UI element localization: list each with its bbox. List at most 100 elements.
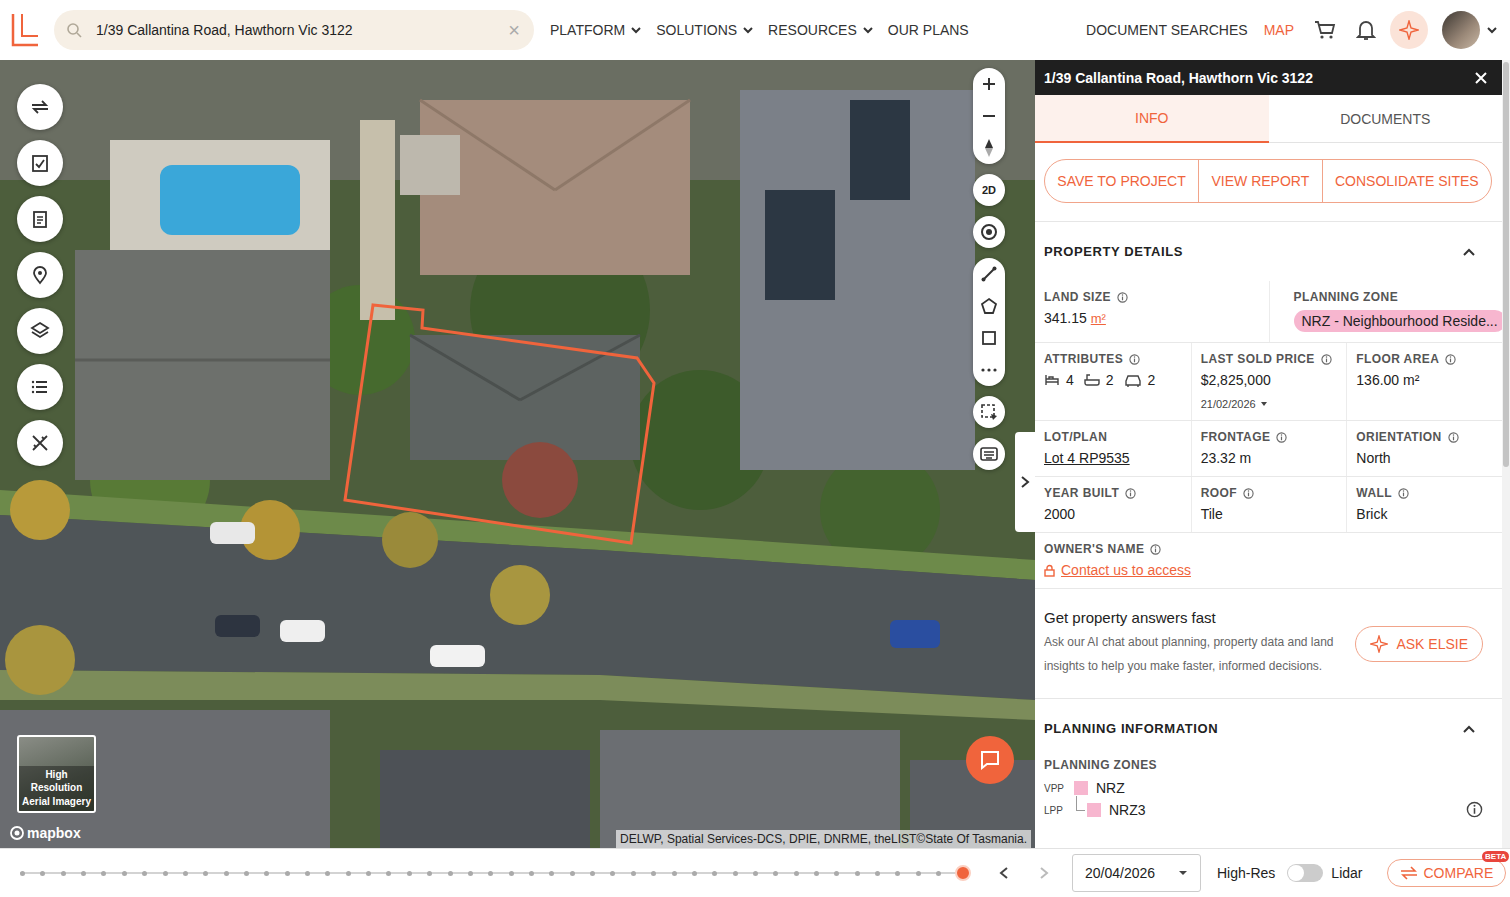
timeline-tick[interactable] [488,871,493,876]
timeline-tick[interactable] [549,871,554,876]
clipboard-tool-button[interactable] [17,196,63,242]
timeline-tick[interactable] [224,871,229,876]
timeline-tick[interactable] [285,871,290,876]
nav-item[interactable]: SOLUTIONS [656,22,754,38]
info-icon[interactable] [1276,432,1287,443]
slider-thumb[interactable] [955,865,971,881]
locate-button[interactable] [973,216,1005,248]
timeline-tick[interactable] [40,871,45,876]
nav-item[interactable]: PLATFORM [550,22,642,38]
top-link[interactable]: DOCUMENT SEARCHES [1086,22,1248,38]
bell-icon[interactable] [1356,19,1376,41]
info-icon[interactable] [1445,354,1456,365]
unit-toggle[interactable]: m² [1091,311,1106,326]
timeline-tick[interactable] [895,871,900,876]
timeline-tick[interactable] [631,871,636,876]
chevron-right-icon[interactable] [1038,866,1050,880]
action-button[interactable]: VIEW REPORT [1198,160,1322,202]
timeline-tick[interactable] [610,871,615,876]
compass-button[interactable] [973,132,1005,164]
timeline-tick[interactable] [264,871,269,876]
info-icon[interactable] [1129,354,1140,365]
zoom-out-button[interactable] [973,100,1005,132]
timeline-tick[interactable] [916,871,921,876]
timeline-tick[interactable] [244,871,249,876]
timeline-tick[interactable] [325,871,330,876]
info-icon[interactable] [1466,801,1483,818]
close-icon[interactable] [1474,71,1488,85]
timeline-slider[interactable] [20,863,962,883]
ai-button[interactable] [1390,11,1428,49]
collapse-panel-button[interactable] [1015,432,1035,532]
info-icon[interactable] [1117,292,1128,303]
imagery-switcher[interactable]: High Resolution Aerial Imagery [17,735,96,813]
info-icon[interactable] [1150,544,1161,555]
timeline-tick[interactable] [427,871,432,876]
info-icon[interactable] [1321,354,1332,365]
pin-tool-button[interactable] [17,252,63,298]
timeline-tick[interactable] [81,871,86,876]
measure-tool-button[interactable] [17,420,63,466]
timeline-tick[interactable] [936,871,941,876]
draw-polygon-button[interactable] [973,290,1005,322]
select-area-button[interactable] [973,396,1005,428]
timeline-tick[interactable] [814,871,819,876]
compare-tool-button[interactable] [17,84,63,130]
action-button[interactable]: SAVE TO PROJECT [1045,160,1198,202]
timeline-tick[interactable] [407,871,412,876]
timeline-tick[interactable] [692,871,697,876]
timeline-tick[interactable] [366,871,371,876]
zone-badge[interactable]: NRZ - Neighbourhood Reside... [1294,310,1503,332]
timeline-tick[interactable] [733,871,738,876]
lot-plan-link[interactable]: Lot 4 RP9535 [1044,450,1130,466]
layers-tool-button[interactable] [17,308,63,354]
user-avatar[interactable] [1442,11,1480,49]
chevron-left-icon[interactable] [998,866,1010,880]
high-res-toggle[interactable] [1287,864,1323,882]
timeline-tick[interactable] [509,871,514,876]
timeline-tick[interactable] [590,871,595,876]
more-tools-button[interactable] [973,354,1005,386]
timeline-tick[interactable] [386,871,391,876]
timeline-tick[interactable] [448,871,453,876]
list-tool-button[interactable] [17,364,63,410]
brand-logo-icon[interactable] [10,12,40,48]
timeline-tick[interactable] [122,871,127,876]
timeline-tick[interactable] [61,871,66,876]
timeline-tick[interactable] [101,871,106,876]
timeline-tick[interactable] [20,871,25,876]
checklist-tool-button[interactable] [17,140,63,186]
panel-tab[interactable]: DOCUMENTS [1269,95,1503,143]
timeline-tick[interactable] [753,871,758,876]
timeline-tick[interactable] [672,871,677,876]
timeline-tick[interactable] [651,871,656,876]
clear-search-button[interactable]: × [508,20,520,40]
timeline-tick[interactable] [855,871,860,876]
draw-line-button[interactable] [973,258,1005,290]
timeline-tick[interactable] [773,871,778,876]
cart-icon[interactable] [1314,19,1336,41]
info-icon[interactable] [1448,432,1459,443]
planning-info-header[interactable]: PLANNING INFORMATION [1035,699,1502,758]
contact-link[interactable]: Contact us to access [1061,562,1191,578]
info-icon[interactable] [1243,488,1254,499]
keyboard-button[interactable] [973,438,1005,470]
timeline-tick[interactable] [305,871,310,876]
panel-scrollbar[interactable] [1502,60,1510,848]
timeline-tick[interactable] [570,871,575,876]
timeline-tick[interactable] [875,871,880,876]
ask-elsie-button[interactable]: ASK ELSIE [1355,626,1483,662]
timeline-tick[interactable] [468,871,473,876]
action-button[interactable]: CONSOLIDATE SITES [1322,160,1491,202]
timeline-tick[interactable] [529,871,534,876]
nav-item[interactable]: RESOURCES [768,22,874,38]
chevron-down-icon[interactable] [1486,24,1498,36]
timeline-tick[interactable] [183,871,188,876]
timeline-tick[interactable] [142,871,147,876]
timeline-tick[interactable] [203,871,208,876]
chat-button[interactable] [966,736,1014,784]
timeline-tick[interactable] [834,871,839,876]
top-link[interactable]: MAP [1264,22,1294,38]
sale-date-dropdown[interactable]: 21/02/2026 [1201,398,1338,410]
info-icon[interactable] [1125,488,1136,499]
